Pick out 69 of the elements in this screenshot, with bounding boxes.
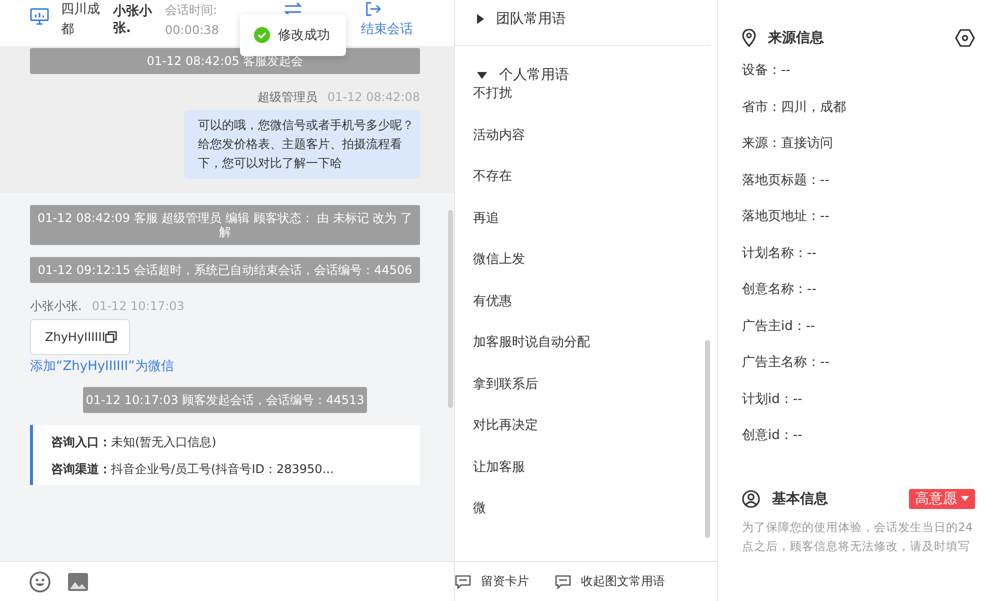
phrase-item[interactable]: 有优惠 — [455, 292, 717, 333]
customer-name: 小张小张. — [113, 3, 154, 37]
section-title: 基本信息 — [772, 490, 829, 508]
info-field: 设备：-- — [742, 61, 790, 98]
info-label: 咨询入口： — [51, 435, 111, 449]
phrase-item[interactable]: 再追 — [455, 208, 717, 250]
info-field: 广告主id：-- — [742, 316, 816, 353]
info-field: 创意名称：-- — [742, 280, 816, 316]
info-field: 计划id：-- — [742, 390, 802, 426]
system-message: 01-12 08:42:09 客服 超级管理员 编辑 顾客状态： 由 未标记 改为 了解 — [30, 205, 420, 245]
sender-name: 超级管理员 — [257, 89, 318, 106]
info-field: 落地页地址：-- — [742, 207, 830, 244]
info-field: 省市：四川，成都 — [742, 98, 846, 134]
notice-text: 为了保障您的使用体验，会话发生当日的24点之后，顾客信息将无法修改，请及时填写 — [742, 518, 974, 554]
phrase-item[interactable]: 加客服时说自动分配 — [455, 333, 717, 374]
settings-icon[interactable] — [955, 29, 975, 47]
add-wechat-link[interactable]: 添加“ZhyHyIIIIII”为微信 — [30, 357, 174, 375]
message-bubble: 可以的哦，您微信号或者手机号多少呢？给您发价格表、主题客片、拍摄流程看下，您可以对比了解一下哈 — [184, 110, 420, 179]
system-message: 01-12 10:17:03 顾客发起会话，会话编号：44513 — [82, 387, 368, 413]
message-icon — [455, 574, 471, 588]
group-title: 个人常用语 — [499, 66, 569, 84]
monitor-icon — [30, 8, 49, 25]
caret-icon — [477, 72, 487, 78]
check-icon — [254, 27, 270, 43]
footer-action[interactable]: 留资卡片 — [455, 573, 529, 590]
phrase-group[interactable]: 个人常用语 — [455, 46, 717, 84]
info-field: 计划名称：-- — [742, 244, 816, 280]
info-field: 落地页标题：-- — [742, 170, 830, 207]
toast-message: 修改成功 — [278, 27, 330, 44]
exit-icon[interactable] — [365, 2, 381, 16]
scrollbar[interactable] — [705, 340, 710, 538]
phrase-group[interactable]: 团队常用语 — [455, 0, 711, 46]
wechat-id: ZhyHyIIIIII — [45, 330, 106, 344]
info-label: 咨询渠道： — [51, 462, 111, 476]
message-icon — [555, 574, 571, 588]
info-value: 未知(暂无入口信息) — [111, 435, 216, 449]
message-time: 01-12 10:17:03 — [92, 298, 184, 315]
session-time: 00:00:38 — [165, 22, 220, 39]
copy-icon[interactable] — [105, 331, 118, 343]
intent-dropdown[interactable]: 高意愿 — [909, 488, 975, 508]
phrase-item[interactable]: 让加客服 — [455, 458, 717, 499]
scrollbar[interactable] — [448, 210, 453, 408]
emoji-icon[interactable] — [29, 570, 51, 592]
message-time: 01-12 08:42:08 — [327, 89, 420, 106]
section-title: 来源信息 — [768, 29, 825, 47]
group-title: 团队常用语 — [496, 10, 566, 28]
user-icon — [742, 490, 760, 508]
phrase-item[interactable]: 拿到联系后 — [455, 374, 717, 416]
end-session-button[interactable]: 结束会话 — [361, 20, 413, 38]
info-field: 创意id：-- — [742, 426, 802, 462]
info-field: 广告主名称：-- — [742, 353, 830, 390]
sender-name: 小张小张. — [30, 298, 82, 315]
phrase-item[interactable]: 微 — [455, 499, 717, 540]
phrase-item[interactable]: 活动内容 — [455, 126, 717, 167]
info-value: 抖音企业号/员工号(抖音号ID：283950... — [111, 462, 334, 476]
session-time-label: 会话时间: — [165, 2, 218, 19]
system-message: 01-12 08:42:05 客服发起会 — [30, 48, 420, 74]
phrase-item[interactable]: 微信上发 — [455, 250, 717, 292]
transfer-icon[interactable] — [283, 2, 303, 16]
image-icon[interactable] — [67, 572, 89, 592]
system-message: 01-12 09:12:15 会话超时，系统已自动结束会话，会话编号：44506 — [30, 257, 420, 283]
phrase-item[interactable]: 不打扰 — [455, 84, 717, 126]
caret-icon — [477, 14, 484, 24]
phrase-item[interactable]: 不存在 — [455, 167, 717, 208]
location-pin-icon — [742, 29, 756, 47]
phrase-item[interactable]: 对比再决定 — [455, 416, 717, 458]
location-text: 四川成都 — [61, 1, 101, 39]
info-field: 来源：直接访问 — [742, 134, 833, 170]
footer-action[interactable]: 收起图文常用语 — [555, 573, 665, 590]
